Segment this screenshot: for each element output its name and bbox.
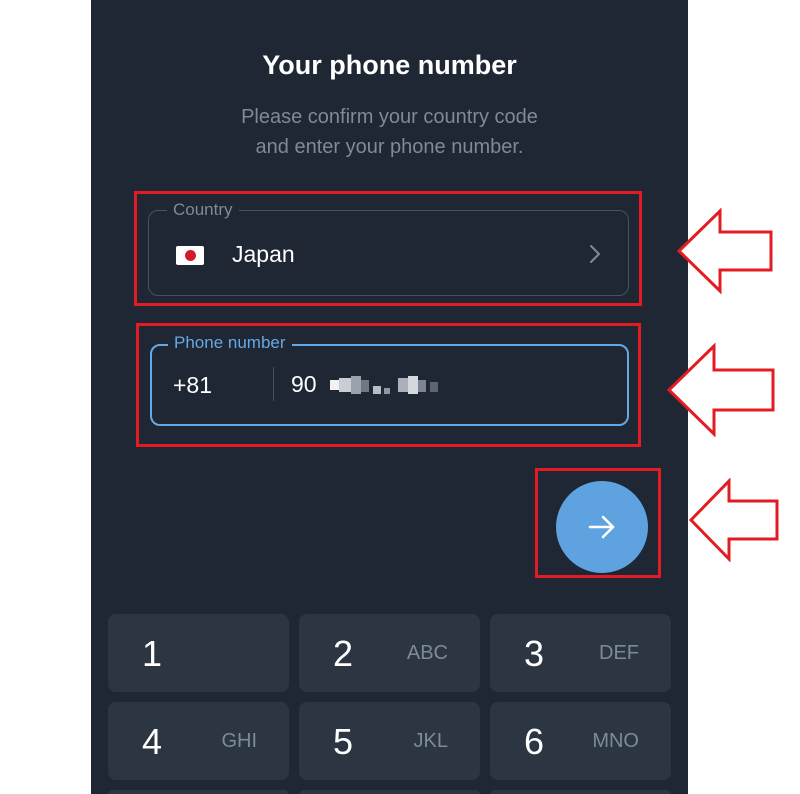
key-letters: MNO xyxy=(592,730,639,752)
key-digit: 2 xyxy=(333,633,354,674)
subtitle-line-2: and enter your phone number. xyxy=(255,136,524,158)
keypad-key-5[interactable]: 5 JKL xyxy=(299,702,480,780)
key-letters: GHI xyxy=(221,730,257,752)
keypad-key-7[interactable] xyxy=(108,790,289,794)
key-digit: 1 xyxy=(142,633,163,674)
key-digit: 6 xyxy=(524,721,545,762)
keypad-key-9[interactable] xyxy=(490,790,671,794)
key-digit: 5 xyxy=(333,721,354,762)
key-digit: 3 xyxy=(524,633,545,674)
keypad-key-3[interactable]: 3 DEF xyxy=(490,614,671,692)
key-letters: DEF xyxy=(599,642,639,664)
page-subtitle: Please confirm your country code and ent… xyxy=(91,102,688,162)
red-arrow-icon xyxy=(688,478,779,562)
red-arrow-icon xyxy=(666,343,775,437)
keypad-key-1[interactable]: 1 xyxy=(108,614,289,692)
red-arrow-icon xyxy=(676,208,773,294)
phone-highlight-box xyxy=(136,323,641,447)
keypad-key-8[interactable] xyxy=(299,790,480,794)
key-letters: JKL xyxy=(413,730,448,752)
subtitle-line-1: Please confirm your country code xyxy=(241,106,538,128)
keypad-key-2[interactable]: 2 ABC xyxy=(299,614,480,692)
next-highlight-box xyxy=(535,468,661,578)
country-highlight-box xyxy=(134,191,642,306)
keypad-key-4[interactable]: 4 GHI xyxy=(108,702,289,780)
key-letters: ABC xyxy=(406,642,448,664)
page-title: Your phone number xyxy=(262,50,517,80)
keypad-key-6[interactable]: 6 MNO xyxy=(490,702,671,780)
key-digit: 4 xyxy=(142,721,163,762)
